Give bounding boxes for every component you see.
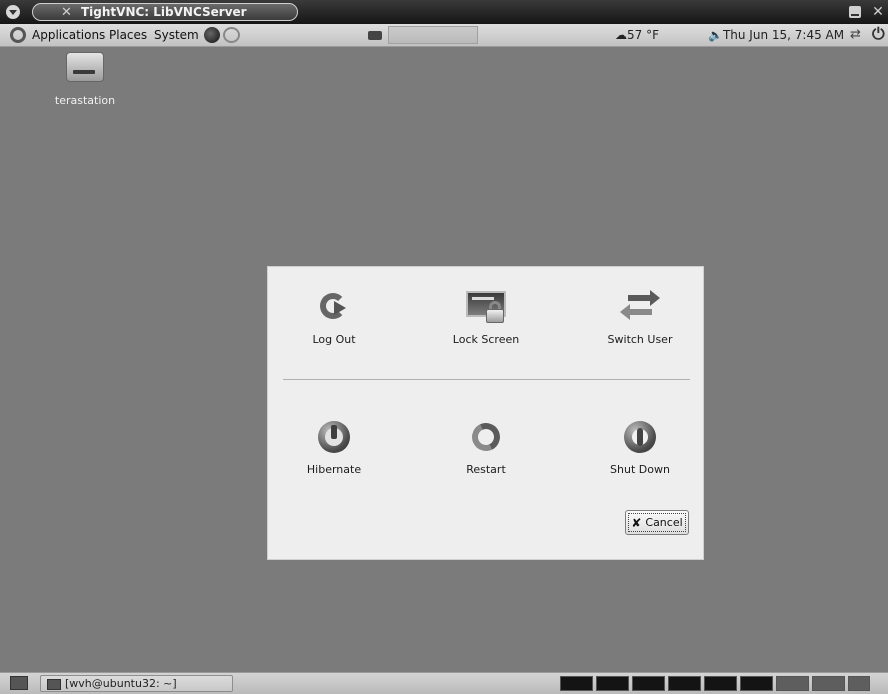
workspace-6[interactable]	[740, 676, 773, 691]
taskbar-item-terminal[interactable]: [wvh@ubuntu32: ~]	[40, 675, 233, 692]
menu-applications[interactable]: Applications	[32, 26, 105, 44]
menu-system[interactable]: System	[154, 26, 199, 44]
log-out-label: Log Out	[312, 333, 356, 346]
workspace-2[interactable]	[596, 676, 629, 691]
desktop-icon-label: terastation	[54, 94, 116, 107]
cloud-icon: ☁	[615, 28, 627, 42]
window-menu-button[interactable]	[6, 5, 20, 19]
logout-dialog: Log Out Lock Screen Switch User Hibernat…	[267, 266, 704, 560]
power-icon[interactable]: ⏻	[872, 25, 888, 43]
mail-client-icon[interactable]	[223, 27, 240, 43]
hibernate-label: Hibernate	[306, 463, 362, 476]
workspace-5[interactable]	[704, 676, 737, 691]
desktop-icon-terastation[interactable]: terastation	[40, 52, 130, 107]
clock-text: Thu Jun 15, 7:45 AM	[722, 28, 845, 42]
network-icon[interactable]: ⇄	[850, 27, 870, 43]
network-drive-icon	[66, 52, 104, 82]
vnc-app-icon: ✕	[61, 5, 72, 20]
panel-field[interactable]	[388, 26, 478, 44]
window-title-pill[interactable]: ✕ TightVNC: LibVNCServer	[32, 3, 298, 21]
hibernate-button[interactable]: Hibernate	[274, 417, 394, 476]
weather-applet[interactable]: ☁57 °F	[615, 26, 659, 44]
restart-button[interactable]: Restart	[426, 417, 546, 476]
web-browser-icon[interactable]	[204, 27, 220, 43]
show-desktop-icon[interactable]	[10, 676, 28, 690]
window-titlebar: ✕ TightVNC: LibVNCServer ✕	[0, 0, 888, 24]
workspace-8[interactable]	[812, 676, 845, 691]
lock-screen-label: Lock Screen	[452, 333, 520, 346]
lock-screen-icon	[466, 287, 506, 327]
dialog-separator	[283, 379, 690, 380]
restart-label: Restart	[466, 463, 506, 476]
log-out-button[interactable]: Log Out	[274, 287, 394, 346]
lock-screen-button[interactable]: Lock Screen	[426, 287, 546, 346]
bottom-panel: [wvh@ubuntu32: ~]	[0, 672, 888, 694]
ubuntu-logo-icon[interactable]	[10, 27, 26, 43]
hibernate-icon	[314, 417, 354, 457]
shut-down-icon	[620, 417, 660, 457]
switch-user-button[interactable]: Switch User	[580, 287, 700, 346]
switch-user-icon	[620, 287, 660, 327]
minimize-button[interactable]	[849, 6, 861, 18]
window-title: TightVNC: LibVNCServer	[81, 5, 247, 19]
weather-text: 57 °F	[627, 28, 659, 42]
shut-down-label: Shut Down	[610, 463, 670, 476]
shut-down-button[interactable]: Shut Down	[580, 417, 700, 476]
restart-icon	[466, 417, 506, 457]
volume-icon: 🔈	[708, 28, 723, 42]
workspace-7[interactable]	[776, 676, 809, 691]
focus-ring	[628, 513, 686, 532]
menu-places[interactable]: Places	[109, 26, 147, 44]
log-out-icon	[314, 287, 354, 327]
workspace-1[interactable]	[560, 676, 593, 691]
cancel-button[interactable]: ✘ Cancel	[625, 510, 689, 535]
drive-icon[interactable]	[368, 31, 382, 40]
workspace-4[interactable]	[668, 676, 701, 691]
terminal-window-icon	[47, 679, 61, 690]
taskbar-item-label: [wvh@ubuntu32: ~]	[65, 677, 177, 690]
workspace-9[interactable]	[848, 676, 870, 691]
clock-applet[interactable]: 🔈Thu Jun 15, 7:45 AM	[708, 26, 844, 44]
switch-user-label: Switch User	[607, 333, 673, 346]
workspace-3[interactable]	[632, 676, 665, 691]
close-window-button[interactable]: ✕	[868, 2, 888, 22]
top-panel: Applications Places System ☁57 °F 🔈Thu J…	[0, 24, 888, 47]
